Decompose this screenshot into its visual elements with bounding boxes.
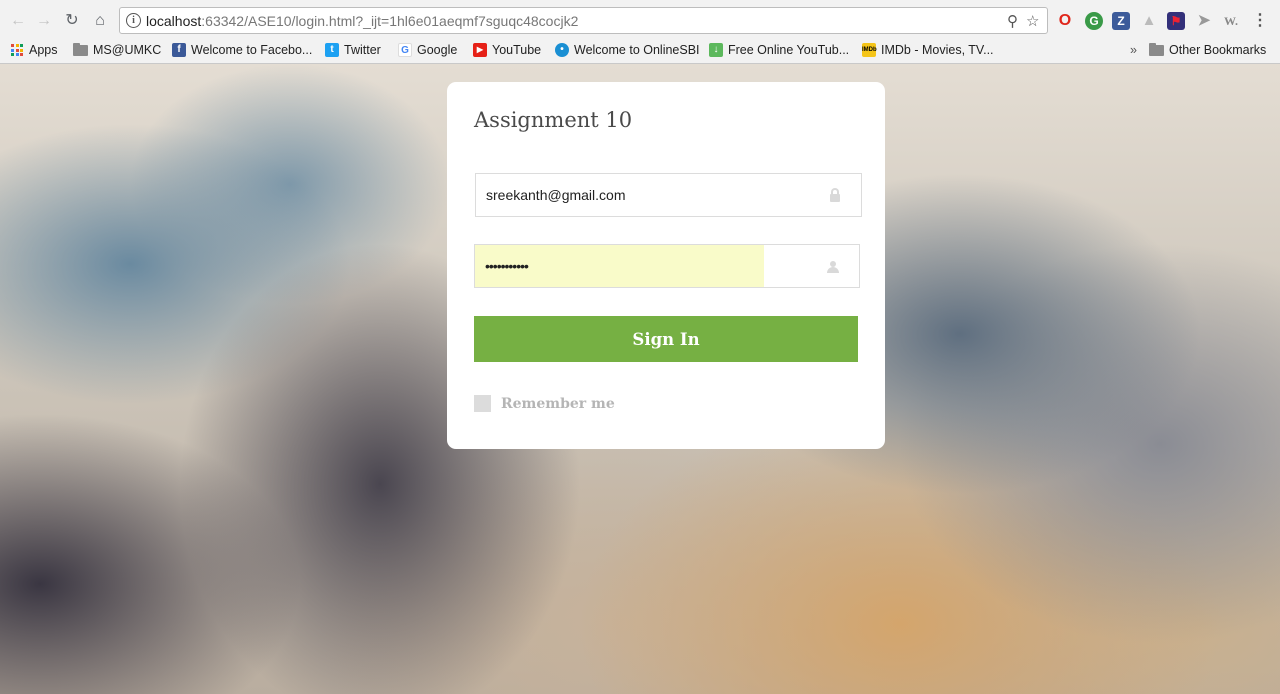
bookmark-facebook[interactable]: f Welcome to Facebo... — [172, 40, 312, 60]
word-extension-icon[interactable]: W. — [1222, 12, 1240, 30]
back-icon[interactable]: ← — [8, 11, 28, 31]
shield-extension-icon[interactable]: ⚑ — [1167, 12, 1185, 30]
grammarly-extension-icon[interactable]: G — [1085, 12, 1103, 30]
password-field[interactable]: ••••••••••• — [474, 244, 860, 288]
remember-me[interactable]: Remember me — [474, 395, 615, 412]
lock-icon — [830, 188, 840, 202]
bookmark-label: Twitter — [344, 43, 381, 57]
bookmark-label: Google — [417, 43, 458, 57]
bookmarks-overflow-icon[interactable]: » — [1130, 40, 1137, 60]
page-background: Assignment 10 sreekanth@gmail.com ••••••… — [0, 64, 1280, 694]
sbi-icon: • — [555, 43, 569, 57]
remember-me-checkbox[interactable] — [474, 395, 491, 412]
bookmark-star-icon[interactable]: ☆ — [1026, 12, 1039, 30]
page-title: Assignment 10 — [474, 108, 633, 132]
bookmark-label: Welcome to OnlineSBI — [574, 43, 700, 57]
zotero-extension-icon[interactable]: Z — [1112, 12, 1130, 30]
youtube-icon: ▶ — [473, 43, 487, 57]
drive-extension-icon[interactable]: ▲ — [1140, 12, 1158, 30]
forward-icon[interactable]: → — [34, 11, 54, 31]
folder-icon — [73, 42, 88, 56]
key-icon[interactable]: ⚲ — [1007, 12, 1018, 30]
download-icon: ↓ — [709, 43, 723, 57]
browser-chrome: ← → ↻ ⌂ i localhost:63342/ASE10/login.ht… — [0, 0, 1280, 64]
bookmark-youtube[interactable]: ▶ YouTube — [473, 40, 541, 60]
puzzle-extension-icon[interactable]: ➤ — [1195, 12, 1213, 30]
email-field[interactable]: sreekanth@gmail.com — [475, 173, 862, 217]
bookmark-twitter[interactable]: t Twitter — [325, 40, 381, 60]
browser-toolbar: ← → ↻ ⌂ i localhost:63342/ASE10/login.ht… — [0, 3, 1280, 37]
bookmark-other[interactable]: Other Bookmarks — [1149, 40, 1266, 60]
email-value: sreekanth@gmail.com — [486, 187, 626, 203]
address-bar[interactable]: i localhost:63342/ASE10/login.html?_ijt=… — [119, 7, 1048, 34]
reload-icon[interactable]: ↻ — [62, 11, 82, 31]
url-host: localhost — [146, 13, 202, 29]
apps-grid-icon — [11, 44, 23, 56]
bookmark-label: YouTube — [492, 43, 542, 57]
twitter-icon: t — [325, 43, 339, 57]
bookmark-label: Other Bookmarks — [1169, 43, 1267, 57]
folder-icon — [1149, 42, 1164, 56]
opera-extension-icon[interactable]: O — [1056, 12, 1074, 30]
google-icon: G — [398, 43, 412, 57]
remember-me-label[interactable]: Remember me — [501, 396, 615, 412]
bookmark-label: Welcome to Facebo... — [191, 43, 313, 57]
facebook-icon: f — [172, 43, 186, 57]
bookmark-label: Apps — [29, 43, 58, 57]
bookmark-ms-umkc[interactable]: MS@UMKC — [73, 40, 161, 60]
bookmark-youtube-downloader[interactable]: ↓ Free Online YouTub... — [709, 40, 849, 60]
info-icon[interactable]: i — [126, 13, 141, 28]
bookmark-sbi[interactable]: • Welcome to OnlineSBI — [555, 40, 700, 60]
bookmark-label: IMDb - Movies, TV... — [881, 43, 994, 57]
bookmark-google[interactable]: G Google — [398, 40, 457, 60]
bookmark-label: MS@UMKC — [93, 43, 162, 57]
sign-in-button[interactable]: Sign In — [474, 316, 858, 362]
imdb-icon: IMDb — [862, 43, 877, 57]
url-path: :63342/ASE10/login.html?_ijt=1hl6e01aeqm… — [201, 13, 579, 29]
bookmark-apps[interactable]: Apps — [11, 40, 58, 60]
bookmark-imdb[interactable]: IMDb IMDb - Movies, TV... — [862, 40, 994, 60]
bookmarks-bar: Apps MS@UMKC f Welcome to Facebo... t Tw… — [0, 40, 1280, 60]
bookmark-label: Free Online YouTub... — [728, 43, 850, 57]
password-value: ••••••••••• — [485, 258, 529, 274]
login-card: Assignment 10 sreekanth@gmail.com ••••••… — [447, 82, 885, 449]
menu-dots-icon[interactable]: ⋮ — [1251, 12, 1269, 30]
home-icon[interactable]: ⌂ — [90, 11, 110, 31]
url-text[interactable]: localhost:63342/ASE10/login.html?_ijt=1h… — [146, 13, 578, 29]
user-icon — [827, 261, 839, 273]
